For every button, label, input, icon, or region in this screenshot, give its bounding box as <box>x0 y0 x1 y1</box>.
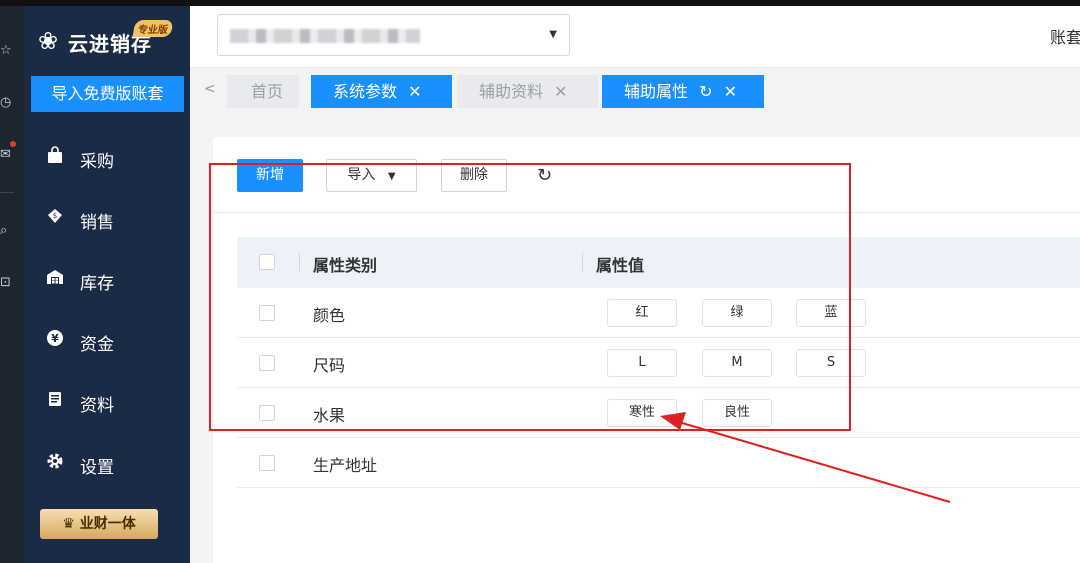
import-free-account-button[interactable]: 导入免费版账套 <box>31 76 184 112</box>
edition-badge: 专业版 <box>132 20 174 37</box>
column-header-values: 属性值 <box>596 256 645 275</box>
table-header: 属性类别 属性值 <box>237 237 1080 288</box>
tab-label: 辅助属性 <box>624 82 689 101</box>
row-checkbox[interactable] <box>259 455 275 471</box>
svg-text:$: $ <box>53 212 57 220</box>
left-rail: ☆ ◷ ✉ ⌕ ⊡ <box>0 6 24 563</box>
app-window: ☆ ◷ ✉ ⌕ ⊡ ❀ 云进销存 专业版 导入免费版账套 采购 $ 销售 库存 … <box>0 0 1080 563</box>
cloud-logo-icon: ❀ <box>38 27 59 55</box>
close-icon[interactable]: ✕ <box>554 82 567 101</box>
tab-home[interactable]: 首页 <box>227 75 299 108</box>
search-icon[interactable]: ⌕ <box>0 224 14 238</box>
svg-text:¥: ¥ <box>51 332 59 345</box>
tab-auxiliary-attributes[interactable]: 辅助属性 ↻ ✕ <box>602 75 764 108</box>
sidebar-item-purchase[interactable]: 采购 <box>24 136 190 178</box>
promo-label: 业财一体 <box>79 516 136 532</box>
tab-auxiliary-data[interactable]: 辅助资料 ✕ <box>457 75 598 108</box>
tab-label: 辅助资料 <box>479 82 544 101</box>
table-row[interactable]: 水果 寒性 良性 <box>237 388 1080 438</box>
warehouse-icon <box>44 268 66 290</box>
tab-system-params[interactable]: 系统参数 ✕ <box>311 75 452 108</box>
table-row[interactable]: 尺码 L M S <box>237 338 1080 388</box>
sidebar-item-inventory[interactable]: 库存 <box>24 258 190 300</box>
sidebar-item-label: 资料 <box>80 396 114 416</box>
attribute-value-chip[interactable]: 寒性 <box>607 399 677 427</box>
attribute-value-chip[interactable]: 蓝 <box>796 299 866 327</box>
category-cell: 尺码 <box>313 356 346 375</box>
attribute-value-chip[interactable]: L <box>607 349 677 377</box>
sidebar-item-label: 库存 <box>80 274 114 294</box>
top-header: ▼ 账套 <box>190 6 1080 68</box>
sidebar-item-funds[interactable]: ¥ 资金 <box>24 319 190 361</box>
toolbar: 新增 导入 ▼ 删除 ↻ <box>213 137 1080 213</box>
tab-label: 首页 <box>251 82 284 101</box>
close-icon[interactable]: ✕ <box>724 82 737 101</box>
content-panel: 新增 导入 ▼ 删除 ↻ 属性类别 属性值 颜色 红 绿 蓝 尺码 L M S … <box>213 137 1080 563</box>
document-icon <box>44 390 66 412</box>
bag-icon <box>44 146 66 168</box>
sidebar-item-label: 设置 <box>80 458 114 478</box>
tab-scroll-left-icon[interactable]: < <box>204 81 216 97</box>
brand-logo: ❀ 云进销存 专业版 <box>38 18 188 58</box>
category-cell: 颜色 <box>313 306 346 325</box>
delete-button[interactable]: 删除 <box>441 159 507 192</box>
clock-icon[interactable]: ◷ <box>0 96 14 110</box>
attribute-value-chip[interactable]: S <box>796 349 866 377</box>
refresh-icon[interactable]: ↻ <box>537 165 552 186</box>
import-label: 导入 <box>347 167 376 183</box>
account-set-label[interactable]: 账套 <box>1050 24 1080 48</box>
column-header-category: 属性类别 <box>313 256 378 275</box>
blurred-account-name <box>230 29 420 43</box>
gear-icon <box>44 452 66 474</box>
attribute-value-chip[interactable]: 红 <box>607 299 677 327</box>
caret-down-icon: ▼ <box>549 29 557 40</box>
table-row[interactable]: 生产地址 <box>237 438 1080 488</box>
notification-dot <box>10 141 16 147</box>
new-button[interactable]: 新增 <box>237 159 303 192</box>
caret-down-icon: ▼ <box>387 171 396 182</box>
row-checkbox[interactable] <box>259 355 275 371</box>
account-set-select[interactable]: ▼ <box>217 14 570 56</box>
contact-icon[interactable]: ⊡ <box>0 276 14 290</box>
sidebar-item-sales[interactable]: $ 销售 <box>24 197 190 239</box>
tab-label: 系统参数 <box>333 82 398 101</box>
column-divider <box>299 253 300 271</box>
import-dropdown-button[interactable]: 导入 ▼ <box>326 159 417 192</box>
sidebar-item-settings[interactable]: 设置 <box>24 442 190 484</box>
attribute-value-chip[interactable]: 绿 <box>702 299 772 327</box>
rail-divider <box>0 192 14 193</box>
sidebar-item-label: 采购 <box>80 152 114 172</box>
crown-icon: ♛ <box>62 516 75 532</box>
star-icon[interactable]: ☆ <box>0 44 14 58</box>
close-icon[interactable]: ✕ <box>408 82 421 101</box>
attribute-value-chip[interactable]: 良性 <box>702 399 772 427</box>
sales-icon: $ <box>44 207 66 229</box>
tab-bar: < 首页 系统参数 ✕ 辅助资料 ✕ 辅助属性 ↻ ✕ <box>190 69 1080 115</box>
row-checkbox[interactable] <box>259 405 275 421</box>
sidebar-item-data[interactable]: 资料 <box>24 380 190 422</box>
category-cell: 生产地址 <box>313 456 378 475</box>
sidebar: ❀ 云进销存 专业版 导入免费版账套 采购 $ 销售 库存 ¥ 资金 资料 设置… <box>24 6 190 563</box>
refresh-icon[interactable]: ↻ <box>699 82 712 101</box>
category-cell: 水果 <box>313 406 346 425</box>
column-divider <box>582 253 583 271</box>
yen-icon: ¥ <box>44 329 66 351</box>
attribute-value-chip[interactable]: M <box>702 349 772 377</box>
table-row[interactable]: 颜色 红 绿 蓝 <box>237 288 1080 338</box>
sidebar-item-label: 资金 <box>80 335 114 355</box>
finance-integration-promo[interactable]: ♛ 业财一体 <box>40 509 158 539</box>
sidebar-item-label: 销售 <box>80 213 114 233</box>
message-icon[interactable]: ✉ <box>0 148 14 162</box>
select-all-checkbox[interactable] <box>259 254 275 270</box>
row-checkbox[interactable] <box>259 305 275 321</box>
